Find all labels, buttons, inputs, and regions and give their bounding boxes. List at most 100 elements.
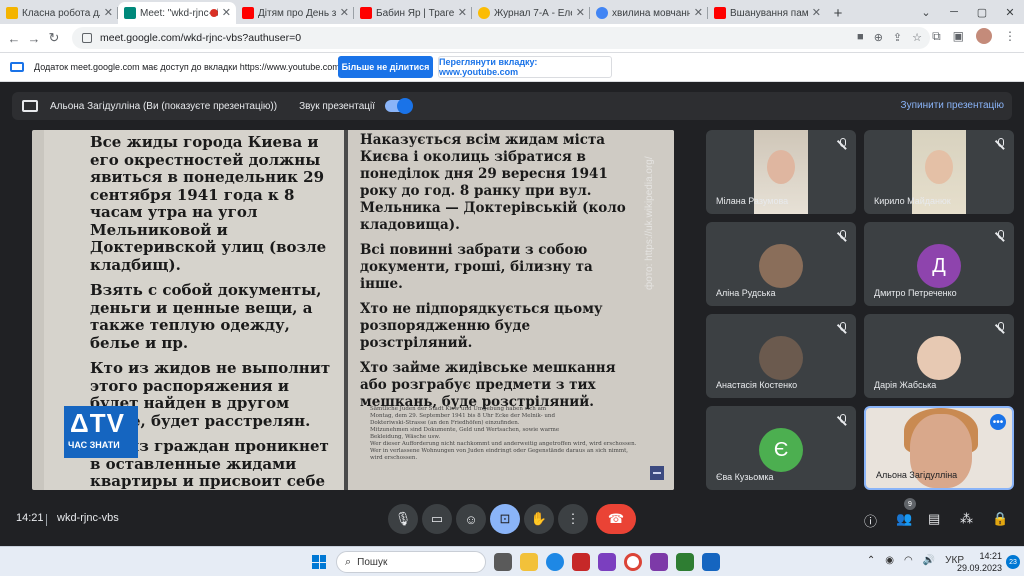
share-icon[interactable]: ⇪ xyxy=(893,31,902,44)
tab-google-search[interactable]: хвилина мовчання ✕ xyxy=(590,2,708,24)
logo-subtitle: ЧАС ЗНАТИ xyxy=(68,440,120,450)
windows-start-icon[interactable] xyxy=(312,555,326,569)
wifi-icon[interactable]: ◠ xyxy=(904,555,913,566)
viber-icon[interactable] xyxy=(598,553,616,571)
host-controls-icon[interactable]: 🔒 xyxy=(992,511,1008,527)
close-icon[interactable]: ✕ xyxy=(694,6,703,19)
ukrainian-text-block: Наказується всім жидам міста Києва і око… xyxy=(360,132,640,419)
poster-paragraph: Хто не підпорядкується цьому розпоряджен… xyxy=(360,301,603,351)
recording-indicator-icon xyxy=(210,9,218,17)
presentation-sound-label: Звук презентації xyxy=(299,100,376,112)
german-line: Wer in verlassene Wohnungen von Juden ei… xyxy=(370,448,629,461)
presenter-label: Альона Загідулліна (Ви (показуєте презен… xyxy=(50,100,278,112)
system-tray: ⌃ ◉ ◠ 🔊 УКР xyxy=(867,555,964,566)
more-options-button[interactable]: ⋮ xyxy=(558,504,588,534)
maximize-icon[interactable]: ▢ xyxy=(968,0,996,24)
stop-presenting-button[interactable]: Зупинити презентацію xyxy=(901,100,1004,111)
close-window-icon[interactable]: ✕ xyxy=(996,0,1024,24)
tab-class-work[interactable]: Класна робота для учнів✕ xyxy=(0,2,118,24)
back-icon[interactable]: ← xyxy=(4,31,24,46)
camera-button[interactable]: ▭ xyxy=(422,504,452,534)
google-classroom-icon xyxy=(6,7,18,19)
new-tab-button[interactable]: + xyxy=(826,2,850,24)
youtube-icon xyxy=(714,7,726,19)
sharing-message: Додаток meet.google.com має доступ до вк… xyxy=(34,62,340,72)
microphone-button[interactable]: 🎙 xyxy=(388,504,418,534)
participant-tile[interactable]: Дарія Жабська xyxy=(864,314,1014,398)
camera-icon[interactable]: ■ xyxy=(857,31,864,44)
side-panel-icon[interactable]: ▣ xyxy=(953,29,964,43)
people-icon[interactable]: 👥 xyxy=(896,511,912,527)
participant-tile[interactable]: Д Дмитро Петреченко xyxy=(864,222,1014,306)
stop-sharing-button[interactable]: Більше не ділитися xyxy=(338,56,433,78)
raise-hand-button[interactable]: ✋ xyxy=(524,504,554,534)
office-icon[interactable] xyxy=(572,553,590,571)
reload-icon[interactable]: ↻ xyxy=(44,30,64,46)
google-icon xyxy=(596,7,608,19)
presentation-menu-icon[interactable] xyxy=(650,466,664,480)
file-explorer-icon[interactable] xyxy=(520,553,538,571)
word-icon[interactable] xyxy=(702,553,720,571)
chrome-tray-icon[interactable]: ◉ xyxy=(885,555,894,566)
bookmark-star-icon[interactable]: ☆ xyxy=(912,31,922,44)
more-options-icon[interactable]: ••• xyxy=(990,414,1006,430)
close-icon[interactable]: ✕ xyxy=(576,6,585,19)
sheets-icon[interactable] xyxy=(676,553,694,571)
chrome-icon[interactable] xyxy=(624,553,642,571)
viber-icon[interactable] xyxy=(650,553,668,571)
close-icon[interactable]: ✕ xyxy=(104,6,113,19)
task-view-icon[interactable] xyxy=(494,553,512,571)
activities-icon[interactable]: ⁂ xyxy=(960,511,973,527)
tab-search-icon[interactable]: ⌄ xyxy=(912,0,940,24)
meeting-details-icon[interactable]: ⓘ xyxy=(864,511,877,530)
windows-taskbar: ⌕ Пошук ⌃ ◉ ◠ 🔊 УКР 14:21 29.09.2023 23 xyxy=(0,546,1024,576)
close-icon[interactable]: ✕ xyxy=(812,6,821,19)
presentation-sound-toggle[interactable] xyxy=(385,98,414,114)
participant-tile[interactable]: Анастасія Костенко xyxy=(706,314,856,398)
taskbar-clock[interactable]: 14:21 29.09.2023 xyxy=(957,550,1002,574)
tab-journal[interactable]: Журнал 7-А - Електронний✕ xyxy=(472,2,590,24)
participant-tile[interactable]: Мілана Разумова xyxy=(706,130,856,214)
chevron-up-icon[interactable]: ⌃ xyxy=(867,555,875,566)
minimize-icon[interactable]: ─ xyxy=(940,0,968,24)
emoji-button[interactable]: ☺ xyxy=(456,504,486,534)
taskbar-date: 29.09.2023 xyxy=(956,563,1002,573)
taskbar-search[interactable]: ⌕ Пошук xyxy=(336,551,486,573)
poster-paragraph: Хто займе жидівське мешкання або розграб… xyxy=(360,360,616,410)
chat-icon[interactable]: ▤ xyxy=(928,511,940,527)
address-bar[interactable]: meet.google.com/wkd-rjnc-vbs?authuser=0 … xyxy=(72,27,930,49)
menu-kebab-icon[interactable]: ⋮ xyxy=(1004,29,1016,43)
forward-icon[interactable]: → xyxy=(24,31,44,46)
close-icon[interactable]: ✕ xyxy=(222,6,231,19)
notification-badge[interactable]: 23 xyxy=(1006,555,1020,569)
close-icon[interactable]: ✕ xyxy=(458,6,467,19)
mic-off-icon xyxy=(836,322,848,334)
german-line: Wer dieser Aufforderung nicht nachkommt … xyxy=(370,441,637,447)
address-text[interactable]: meet.google.com/wkd-rjnc-vbs?authuser=0 xyxy=(100,32,301,44)
screen: Класна робота для учнів✕ Meet: "wkd-rjnc… xyxy=(0,0,1024,576)
participant-tile[interactable]: Аліна Рудська xyxy=(706,222,856,306)
presentation-bar: Альона Загідулліна (Ви (показуєте презен… xyxy=(12,92,1012,120)
leave-call-button[interactable]: ☎ xyxy=(596,504,636,534)
browser-tab-strip: Класна робота для учнів✕ Meet: "wkd-rjnc… xyxy=(0,0,1024,24)
tab-youtube-3[interactable]: Вшанування пам'яті✕ xyxy=(708,2,826,24)
edge-icon[interactable] xyxy=(546,553,564,571)
participant-tile[interactable]: Кирило Майданюк xyxy=(864,130,1014,214)
tab-meet[interactable]: Meet: "wkd-rjnc-vbs"✕ xyxy=(118,2,236,24)
profile-avatar[interactable] xyxy=(976,28,992,44)
poster-paragraph: Всі повинні забрати з собою документи, г… xyxy=(360,242,593,292)
lock-icon[interactable] xyxy=(82,33,92,43)
participant-tile[interactable]: Є Єва Кузьомка xyxy=(706,406,856,490)
mic-off-icon xyxy=(836,414,848,426)
present-button[interactable]: ⊡ xyxy=(490,504,520,534)
participant-name: Кирило Майданюк xyxy=(874,196,951,206)
extensions-icon[interactable]: ⧉ xyxy=(932,29,941,44)
zoom-icon[interactable]: ⊕ xyxy=(874,31,883,44)
self-video-tile[interactable]: ••• Альона Загідулліна xyxy=(864,406,1014,490)
speaker-icon[interactable]: 🔊 xyxy=(923,555,935,566)
people-count-badge: 9 xyxy=(904,498,916,510)
view-tab-button[interactable]: Переглянути вкладку: www.youtube.com xyxy=(438,56,612,78)
close-icon[interactable]: ✕ xyxy=(340,6,349,19)
tab-youtube-1[interactable]: Дітям про День захисника✕ xyxy=(236,2,354,24)
tab-youtube-2[interactable]: Бабин Яр | Трагедія✕ xyxy=(354,2,472,24)
